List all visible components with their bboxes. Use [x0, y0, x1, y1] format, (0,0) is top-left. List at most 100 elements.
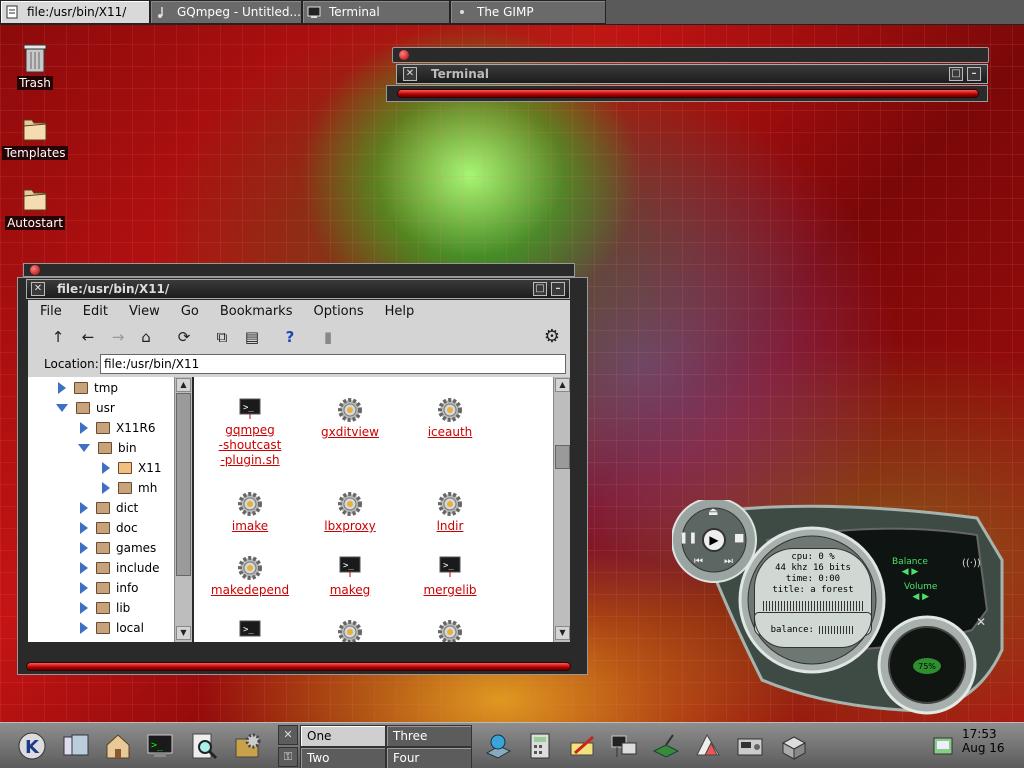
file-view-scrollbar[interactable]: ▲ ▼ — [553, 377, 570, 642]
volume-control[interactable]: Volume ◀ ▶ — [904, 582, 937, 602]
close-icon[interactable]: ✕ — [976, 615, 986, 629]
file-item-gxditview[interactable]: gxditview — [300, 397, 400, 440]
tree-item-games[interactable]: games — [80, 538, 156, 558]
previous-track-icon[interactable]: ⏮ — [694, 556, 703, 567]
tree-item-tmp[interactable]: tmp — [58, 378, 118, 398]
konqueror-close-icon[interactable]: ✕ — [31, 282, 45, 296]
desktop-one[interactable]: One — [300, 725, 386, 747]
terminal-resize-bar[interactable] — [397, 89, 979, 98]
book-icon[interactable] — [648, 727, 684, 765]
expand-arrow-icon[interactable] — [80, 582, 88, 594]
task-terminal[interactable]: Terminal — [302, 0, 450, 24]
calculator-icon[interactable] — [522, 727, 558, 765]
file-scroll-thumb[interactable] — [555, 445, 570, 469]
stop-icon[interactable]: ▮ — [318, 328, 338, 346]
window-list-icon[interactable] — [58, 727, 94, 765]
tree-item-local[interactable]: local — [80, 618, 144, 638]
tree-item-bin[interactable]: bin — [78, 438, 137, 458]
kdevelop-icon[interactable] — [480, 727, 516, 765]
terminal-menu-orb-icon[interactable] — [399, 50, 409, 60]
konqueror-resize-bar[interactable] — [26, 662, 571, 671]
file-item-mergelib[interactable]: >_ mergelib — [400, 555, 500, 598]
tree-item-mh[interactable]: mh — [102, 478, 157, 498]
desktop-three[interactable]: Three — [386, 725, 472, 747]
control-center-icon[interactable] — [230, 727, 266, 765]
task-gimp[interactable]: The GIMP — [450, 0, 606, 24]
desktop-icon-templates[interactable]: Templates — [0, 112, 70, 160]
file-item-lndir[interactable]: lndir — [400, 491, 500, 534]
task-gqmpeg[interactable]: GQmpeg - Untitled... — [150, 0, 302, 24]
file-item-gqmpeg-shoutcast[interactable]: >_ gqmpeg -shoutcast -plugin.sh — [200, 397, 300, 468]
file-item-lbxproxy[interactable]: lbxproxy — [300, 491, 400, 534]
konqueror-titlebar[interactable]: ✕ file:/usr/bin/X11/ □ – — [26, 279, 570, 299]
graphics-icon[interactable] — [690, 727, 726, 765]
menu-view[interactable]: View — [117, 304, 169, 319]
next-track-icon[interactable]: ⏭ — [724, 556, 733, 567]
file-item-makeg[interactable]: >_ makeg — [300, 555, 400, 598]
expand-arrow-icon[interactable] — [80, 422, 88, 434]
konqueror-menu-orb-icon[interactable] — [30, 265, 40, 275]
scroll-down-icon[interactable]: ▼ — [176, 626, 191, 640]
home-folder-icon[interactable] — [100, 727, 136, 765]
help-icon[interactable]: ? — [280, 328, 300, 346]
tree-item-lib[interactable]: lib — [80, 598, 130, 618]
gear-icon[interactable]: ⚙ — [542, 328, 562, 346]
expand-arrow-icon[interactable] — [80, 602, 88, 614]
file-item-partial[interactable] — [400, 619, 500, 642]
terminal-titlebar[interactable]: ✕ Terminal □ – — [396, 64, 988, 84]
file-item-iceauth[interactable]: iceauth — [400, 397, 500, 440]
eject-icon[interactable]: ⏏ — [708, 505, 718, 518]
paste-icon[interactable]: ▤ — [242, 328, 262, 346]
expand-arrow-icon[interactable] — [80, 542, 88, 554]
tree-scrollbar[interactable]: ▲ ▼ — [174, 377, 192, 642]
back-arrow-icon[interactable]: ← — [78, 328, 98, 346]
tree-item-x11[interactable]: X11 — [102, 458, 162, 478]
expand-arrow-icon[interactable] — [80, 502, 88, 514]
desktop-icon-autostart[interactable]: Autostart — [0, 182, 70, 230]
balance-slider[interactable] — [819, 625, 856, 634]
tree-item-dict[interactable]: dict — [80, 498, 138, 518]
expand-arrow-icon[interactable] — [102, 482, 110, 494]
terminal-restore-icon[interactable]: □ — [949, 67, 963, 81]
volume-knob[interactable]: 75% — [912, 657, 942, 675]
find-files-icon[interactable] — [186, 727, 222, 765]
tree-item-include[interactable]: include — [80, 558, 159, 578]
menu-options[interactable]: Options — [301, 304, 372, 319]
volume-arrows-icon[interactable]: ◀ ▶ — [904, 592, 937, 602]
expand-arrow-icon[interactable] — [58, 382, 66, 394]
terminal-close-icon[interactable]: ✕ — [403, 67, 417, 81]
network-icon[interactable] — [606, 727, 642, 765]
scroll-down-icon[interactable]: ▼ — [555, 626, 570, 640]
file-item-imake[interactable]: imake — [200, 491, 300, 534]
package-manager-icon[interactable] — [776, 727, 812, 765]
balance-control[interactable]: Balance ◀ ▶ — [892, 557, 928, 577]
play-icon[interactable]: ▶ — [702, 528, 726, 552]
expand-arrow-icon[interactable] — [80, 622, 88, 634]
konqueror-minimize-icon[interactable]: – — [551, 282, 565, 296]
tree-item-info[interactable]: info — [80, 578, 139, 598]
tray-app-icon[interactable] — [928, 727, 958, 765]
stop-icon[interactable]: ■ — [734, 531, 744, 544]
scroll-up-icon[interactable]: ▲ — [555, 378, 570, 392]
task-konqueror[interactable]: file:/usr/bin/X11/ — [0, 0, 150, 24]
konqueror-restore-icon[interactable]: □ — [533, 282, 547, 296]
file-item-partial[interactable]: >_ — [200, 619, 300, 642]
lock-icon[interactable]: ⚿ — [278, 747, 298, 767]
file-item-partial[interactable] — [300, 619, 400, 642]
scroll-up-icon[interactable]: ▲ — [176, 378, 191, 392]
tree-scroll-thumb[interactable] — [176, 393, 191, 576]
menu-file[interactable]: File — [28, 304, 71, 319]
copy-icon[interactable]: ⧉ — [212, 328, 232, 346]
menu-help[interactable]: Help — [373, 304, 424, 319]
reload-icon[interactable]: ⟳ — [174, 328, 194, 346]
media-player-icon[interactable] — [732, 727, 768, 765]
collapse-arrow-icon[interactable] — [56, 404, 68, 412]
terminal-minimize-icon[interactable]: – — [967, 67, 981, 81]
text-editor-icon[interactable] — [564, 727, 600, 765]
kde-menu-icon[interactable]: K — [14, 727, 50, 765]
location-input[interactable] — [100, 354, 566, 374]
terminal-launcher-icon[interactable]: >_ — [142, 727, 178, 765]
logout-icon[interactable]: ✕ — [278, 725, 298, 745]
pause-icon[interactable]: ❚❚ — [679, 531, 697, 544]
clock[interactable]: 17:53 Aug 16 — [962, 727, 1012, 755]
